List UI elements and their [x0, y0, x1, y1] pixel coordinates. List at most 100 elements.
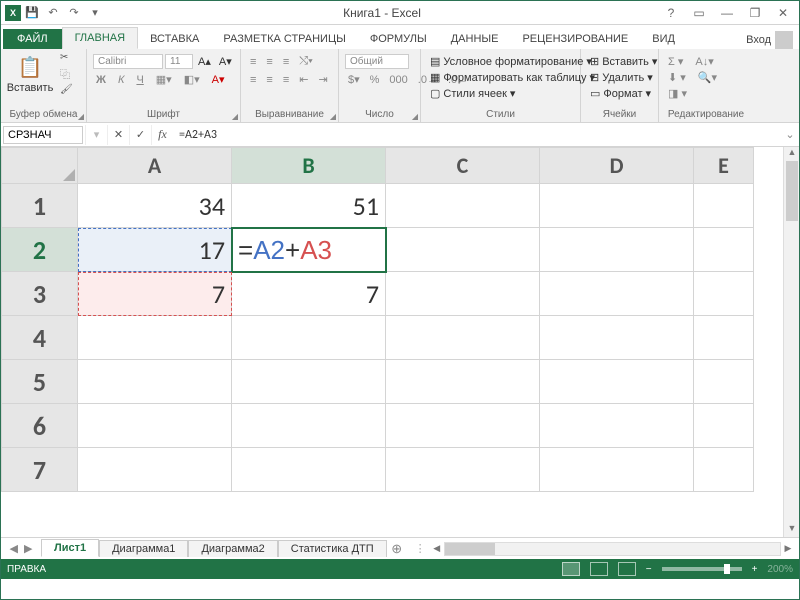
- cell-B3[interactable]: 7: [232, 272, 386, 316]
- bold-button[interactable]: Ж: [93, 73, 109, 87]
- sheet-tab-1[interactable]: Лист1: [41, 539, 99, 557]
- col-header-A[interactable]: A: [78, 148, 232, 184]
- tab-page-layout[interactable]: РАЗМЕТКА СТРАНИЦЫ: [211, 29, 357, 49]
- indent-increase-button[interactable]: ⇥: [315, 72, 330, 87]
- zoom-slider[interactable]: [662, 567, 742, 571]
- row-header-1[interactable]: 1: [2, 184, 78, 228]
- hscroll-right[interactable]: ▶: [781, 543, 795, 554]
- row-header-2[interactable]: 2: [2, 228, 78, 272]
- cell-C5[interactable]: [386, 360, 540, 404]
- cell-E6[interactable]: [694, 404, 754, 448]
- restore-button[interactable]: ❐: [743, 4, 767, 22]
- cell-D7[interactable]: [540, 448, 694, 492]
- name-box-dropdown[interactable]: ▾: [85, 125, 107, 145]
- insert-function-button[interactable]: fx: [151, 125, 173, 145]
- cell-D6[interactable]: [540, 404, 694, 448]
- underline-button[interactable]: Ч: [133, 73, 146, 87]
- orientation-button[interactable]: ⤭▾: [296, 54, 315, 69]
- alignment-launcher[interactable]: ◢: [330, 112, 336, 121]
- col-header-C[interactable]: C: [386, 148, 540, 184]
- view-normal-button[interactable]: [562, 562, 580, 576]
- tab-view[interactable]: ВИД: [640, 29, 687, 49]
- cell-C1[interactable]: [386, 184, 540, 228]
- scroll-up-button[interactable]: ▲: [784, 147, 799, 161]
- number-launcher[interactable]: ◢: [412, 112, 418, 121]
- tab-review[interactable]: РЕЦЕНЗИРОВАНИЕ: [510, 29, 640, 49]
- increase-font-button[interactable]: A▴: [195, 54, 214, 69]
- hscroll-left[interactable]: ◀: [430, 543, 444, 554]
- help-button[interactable]: ?: [659, 4, 683, 22]
- cell-C7[interactable]: [386, 448, 540, 492]
- autosum-button[interactable]: Σ ▾: [665, 54, 686, 69]
- align-right-button[interactable]: ≡: [280, 73, 292, 87]
- align-bottom-button[interactable]: ≡: [280, 55, 292, 69]
- redo-button[interactable]: ↷: [64, 3, 84, 23]
- qat-customize-button[interactable]: ▾: [85, 3, 105, 23]
- tab-scroll-separator[interactable]: ⋮: [411, 542, 430, 555]
- cell-A5[interactable]: [78, 360, 232, 404]
- sheet-nav[interactable]: ◀▶: [1, 542, 41, 555]
- clear-button[interactable]: ◨ ▾: [665, 86, 690, 101]
- align-center-button[interactable]: ≡: [263, 73, 275, 87]
- fill-color-button[interactable]: ◧▾: [181, 72, 203, 87]
- cell-B6[interactable]: [232, 404, 386, 448]
- tab-file[interactable]: ФАЙЛ: [3, 29, 62, 49]
- horizontal-scrollbar[interactable]: [444, 542, 781, 556]
- name-box[interactable]: [3, 126, 83, 144]
- formula-input[interactable]: =A2+A3: [173, 126, 781, 144]
- user-icon[interactable]: [775, 31, 793, 49]
- new-sheet-button[interactable]: ⊕: [387, 541, 407, 557]
- cell-E5[interactable]: [694, 360, 754, 404]
- sign-in-link[interactable]: Вход: [746, 34, 771, 46]
- cell-D4[interactable]: [540, 316, 694, 360]
- cell-E4[interactable]: [694, 316, 754, 360]
- comma-button[interactable]: 000: [386, 73, 410, 87]
- cell-C4[interactable]: [386, 316, 540, 360]
- expand-formula-bar[interactable]: ⌄: [781, 128, 799, 141]
- tab-insert[interactable]: ВСТАВКА: [138, 29, 211, 49]
- delete-cells-button[interactable]: ⊟Удалить▾: [587, 70, 656, 85]
- scroll-down-button[interactable]: ▼: [784, 523, 799, 537]
- align-middle-button[interactable]: ≡: [263, 55, 275, 69]
- copy-button[interactable]: ⿻: [57, 65, 76, 82]
- align-left-button[interactable]: ≡: [247, 73, 259, 87]
- sheet-tab-2[interactable]: Диаграмма1: [99, 540, 188, 557]
- cell-A7[interactable]: [78, 448, 232, 492]
- number-format-select[interactable]: Общий: [345, 54, 409, 69]
- format-painter-button[interactable]: 🖌: [57, 83, 76, 96]
- close-button[interactable]: ✕: [771, 4, 795, 22]
- worksheet-grid[interactable]: A B C D E 1 34 51 2 17 =A2+A3 3 7 7: [1, 147, 799, 537]
- font-size-select[interactable]: 11: [165, 54, 193, 69]
- col-header-E[interactable]: E: [694, 148, 754, 184]
- tab-formulas[interactable]: ФОРМУЛЫ: [358, 29, 439, 49]
- currency-button[interactable]: $▾: [345, 72, 363, 87]
- paste-button[interactable]: 📋 Вставить: [7, 51, 53, 94]
- zoom-thumb[interactable]: [724, 564, 730, 574]
- cell-D3[interactable]: [540, 272, 694, 316]
- find-select-button[interactable]: 🔍▾: [695, 70, 720, 85]
- clipboard-launcher[interactable]: ◢: [78, 112, 84, 121]
- cell-D1[interactable]: [540, 184, 694, 228]
- minimize-button[interactable]: —: [715, 4, 739, 22]
- cell-E7[interactable]: [694, 448, 754, 492]
- tab-data[interactable]: ДАННЫЕ: [439, 29, 511, 49]
- percent-button[interactable]: %: [367, 73, 383, 87]
- tab-home[interactable]: ГЛАВНАЯ: [62, 27, 138, 49]
- zoom-out-button[interactable]: −: [646, 564, 652, 575]
- row-header-6[interactable]: 6: [2, 404, 78, 448]
- border-button[interactable]: ▦▾: [153, 72, 175, 87]
- sheet-tab-4[interactable]: Статистика ДТП: [278, 540, 387, 557]
- vscroll-thumb[interactable]: [786, 161, 798, 221]
- cell-B2[interactable]: =A2+A3: [232, 228, 386, 272]
- row-header-5[interactable]: 5: [2, 360, 78, 404]
- italic-button[interactable]: К: [115, 73, 127, 87]
- cut-button[interactable]: ✂: [57, 51, 76, 64]
- cell-C6[interactable]: [386, 404, 540, 448]
- cell-D5[interactable]: [540, 360, 694, 404]
- cell-C2[interactable]: [386, 228, 540, 272]
- zoom-level[interactable]: 200%: [767, 564, 793, 575]
- format-as-table-button[interactable]: ▦Форматировать как таблицу▾: [427, 70, 598, 85]
- zoom-in-button[interactable]: +: [752, 564, 758, 575]
- font-color-button[interactable]: A▾: [209, 72, 228, 87]
- row-header-3[interactable]: 3: [2, 272, 78, 316]
